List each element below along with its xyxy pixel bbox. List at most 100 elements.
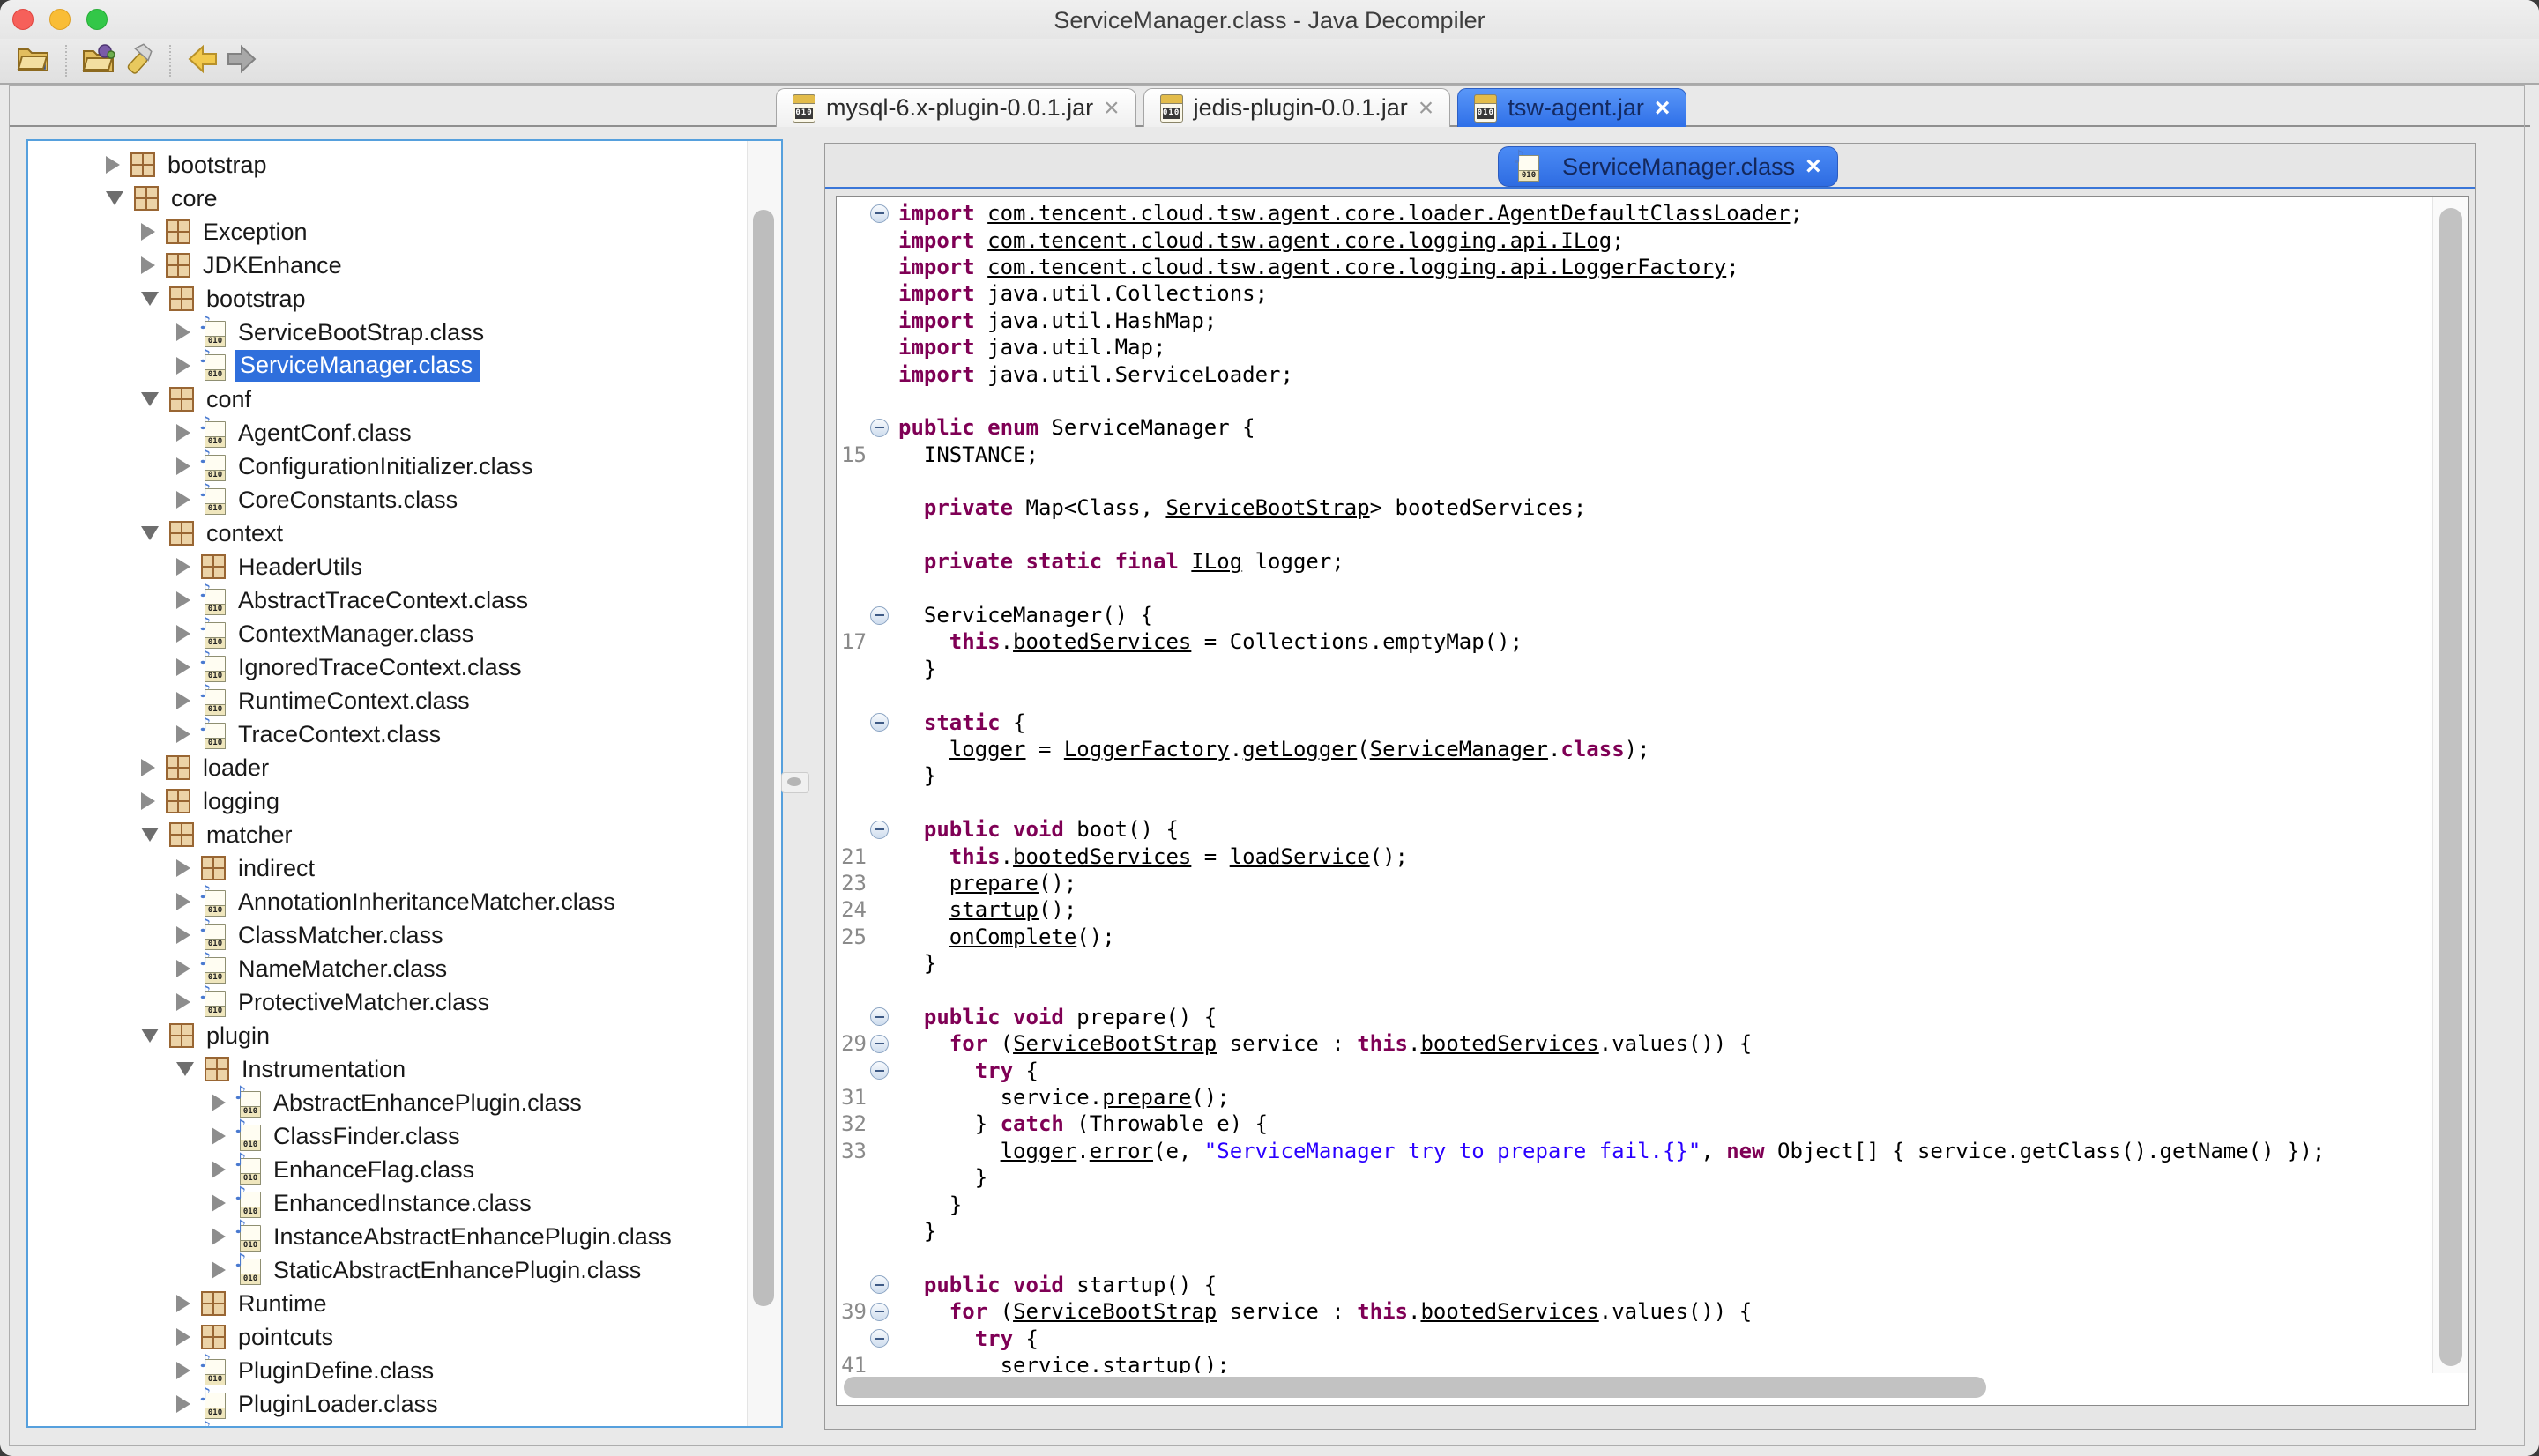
fold-collapse-icon[interactable] (870, 1007, 889, 1026)
expand-arrow-icon[interactable] (176, 658, 190, 676)
tree-item[interactable]: Exception (28, 215, 746, 249)
tree-item[interactable]: 010♪NameMatcher.class (28, 952, 746, 985)
tree-item[interactable]: plugin (28, 1019, 746, 1052)
code-link[interactable]: bootedServices (1013, 844, 1191, 869)
expand-arrow-icon[interactable] (212, 1194, 226, 1212)
tree-item[interactable]: 010♪ClassMatcher.class (28, 918, 746, 952)
tree-item[interactable]: conf (28, 383, 746, 416)
expand-arrow-icon[interactable] (176, 591, 190, 609)
tree-item[interactable]: 010♪ServiceManager.class (28, 349, 746, 383)
tree-item[interactable]: JDKEnhance (28, 249, 746, 282)
expand-arrow-icon[interactable] (212, 1161, 226, 1178)
tree-item[interactable]: pointcuts (28, 1320, 746, 1354)
expand-arrow-icon[interactable] (176, 926, 190, 944)
fold-collapse-icon[interactable] (870, 1303, 889, 1321)
jar-tab[interactable]: 010jedis-plugin-0.0.1.jar× (1143, 88, 1451, 127)
code-link[interactable]: loadService (1230, 844, 1370, 869)
collapse-arrow-icon[interactable] (141, 526, 159, 540)
tab-close-icon[interactable]: × (1418, 95, 1434, 122)
zoom-window-button[interactable] (86, 9, 108, 30)
jar-tab[interactable]: 010mysql-6.x-plugin-0.0.1.jar× (776, 88, 1136, 127)
jar-tab-active[interactable]: 010tsw-agent.jar× (1457, 88, 1686, 127)
expand-arrow-icon[interactable] (141, 223, 155, 241)
tree-item[interactable]: 010♪AgentConf.class (28, 416, 746, 449)
code-link[interactable]: ILog (1191, 549, 1242, 574)
code-link[interactable]: ServiceBootStrap (1013, 1031, 1217, 1056)
code-link[interactable]: com.tencent.cloud.tsw.agent.core.loader.… (987, 201, 1790, 226)
expand-arrow-icon[interactable] (176, 357, 190, 375)
fold-collapse-icon[interactable] (870, 606, 889, 625)
code-link[interactable]: getLogger (1242, 737, 1357, 761)
tree-item[interactable]: loader (28, 751, 746, 784)
expand-arrow-icon[interactable] (176, 323, 190, 341)
collapse-arrow-icon[interactable] (106, 191, 123, 205)
code-link[interactable]: bootedServices (1420, 1299, 1598, 1324)
tree-item[interactable]: 010♪ClassFinder.class (28, 1119, 746, 1153)
code-vertical-scrollbar[interactable] (2432, 197, 2468, 1373)
tree-item[interactable]: 010♪AbstractTraceContext.class (28, 583, 746, 617)
tree-item[interactable]: 010♪ContextManager.class (28, 617, 746, 650)
minimize-window-button[interactable] (49, 9, 71, 30)
tree-item[interactable]: 010♪CoreConstants.class (28, 483, 746, 516)
splitter-handle[interactable] (781, 772, 809, 793)
code-link[interactable]: onComplete (949, 925, 1077, 949)
code-link[interactable]: com.tencent.cloud.tsw.agent.core.logging… (987, 255, 1726, 279)
tree-item[interactable]: 010♪IgnoredTraceContext.class (28, 650, 746, 684)
fold-collapse-icon[interactable] (870, 713, 889, 732)
collapse-arrow-icon[interactable] (141, 1029, 159, 1043)
expand-arrow-icon[interactable] (176, 1395, 190, 1413)
fold-collapse-icon[interactable] (870, 1275, 889, 1294)
expand-arrow-icon[interactable] (176, 491, 190, 509)
tree-item[interactable]: 010♪ (28, 1421, 746, 1426)
expand-arrow-icon[interactable] (212, 1261, 226, 1279)
expand-arrow-icon[interactable] (212, 1127, 226, 1145)
tree-item[interactable]: Runtime (28, 1287, 746, 1320)
tree-item[interactable]: 010♪AnnotationInheritanceMatcher.class (28, 885, 746, 918)
expand-arrow-icon[interactable] (176, 1328, 190, 1346)
code-link[interactable]: ServiceManager (1370, 737, 1548, 761)
code-link[interactable]: prepare (949, 871, 1039, 895)
expand-arrow-icon[interactable] (176, 1295, 190, 1312)
code-link[interactable]: prepare (1102, 1085, 1191, 1110)
fold-collapse-icon[interactable] (870, 821, 889, 839)
expand-arrow-icon[interactable] (141, 256, 155, 274)
forward-button[interactable] (222, 41, 261, 80)
collapse-arrow-icon[interactable] (141, 292, 159, 306)
code-link[interactable]: startup (1102, 1353, 1191, 1373)
open-type-button[interactable] (79, 41, 118, 80)
expand-arrow-icon[interactable] (141, 792, 155, 810)
search-button[interactable] (118, 41, 157, 80)
tree-item[interactable]: 010♪RuntimeContext.class (28, 684, 746, 717)
code-hscrollbar-thumb[interactable] (844, 1377, 1986, 1398)
tree-item[interactable]: indirect (28, 851, 746, 885)
code-link[interactable]: error (1090, 1139, 1153, 1163)
expand-arrow-icon[interactable] (141, 759, 155, 776)
back-button[interactable] (183, 41, 222, 80)
tree-item[interactable]: HeaderUtils (28, 550, 746, 583)
code-editor[interactable]: import com.tencent.cloud.tsw.agent.core.… (836, 196, 2469, 1406)
code-link[interactable]: bootedServices (1420, 1031, 1598, 1056)
code-link[interactable]: LoggerFactory (1064, 737, 1230, 761)
expand-arrow-icon[interactable] (176, 1362, 190, 1379)
tree-item[interactable]: 010♪ProtectiveMatcher.class (28, 985, 746, 1019)
expand-arrow-icon[interactable] (176, 692, 190, 709)
tree-item[interactable]: 010♪AbstractEnhancePlugin.class (28, 1086, 746, 1119)
open-file-button[interactable] (14, 41, 53, 80)
code-link[interactable]: bootedServices (1013, 629, 1191, 654)
tree-item[interactable]: context (28, 516, 746, 550)
expand-arrow-icon[interactable] (176, 457, 190, 475)
expand-arrow-icon[interactable] (176, 893, 190, 910)
expand-arrow-icon[interactable] (176, 725, 190, 743)
code-link[interactable]: com.tencent.cloud.tsw.agent.core.logging… (987, 228, 1612, 253)
tree-item[interactable]: 010♪ConfigurationInitializer.class (28, 449, 746, 483)
expand-arrow-icon[interactable] (176, 424, 190, 442)
tree-item[interactable]: 010♪EnhanceFlag.class (28, 1153, 746, 1186)
fold-collapse-icon[interactable] (870, 1035, 889, 1053)
tree-item[interactable]: 010♪StaticAbstractEnhancePlugin.class (28, 1253, 746, 1287)
tree-item[interactable]: 010♪TraceContext.class (28, 717, 746, 751)
tab-close-icon[interactable]: × (1655, 95, 1671, 122)
doc-tab-close-icon[interactable]: × (1806, 153, 1821, 180)
tree-item[interactable]: bootstrap (28, 148, 746, 182)
tree-item[interactable]: Instrumentation (28, 1052, 746, 1086)
expand-arrow-icon[interactable] (176, 625, 190, 643)
